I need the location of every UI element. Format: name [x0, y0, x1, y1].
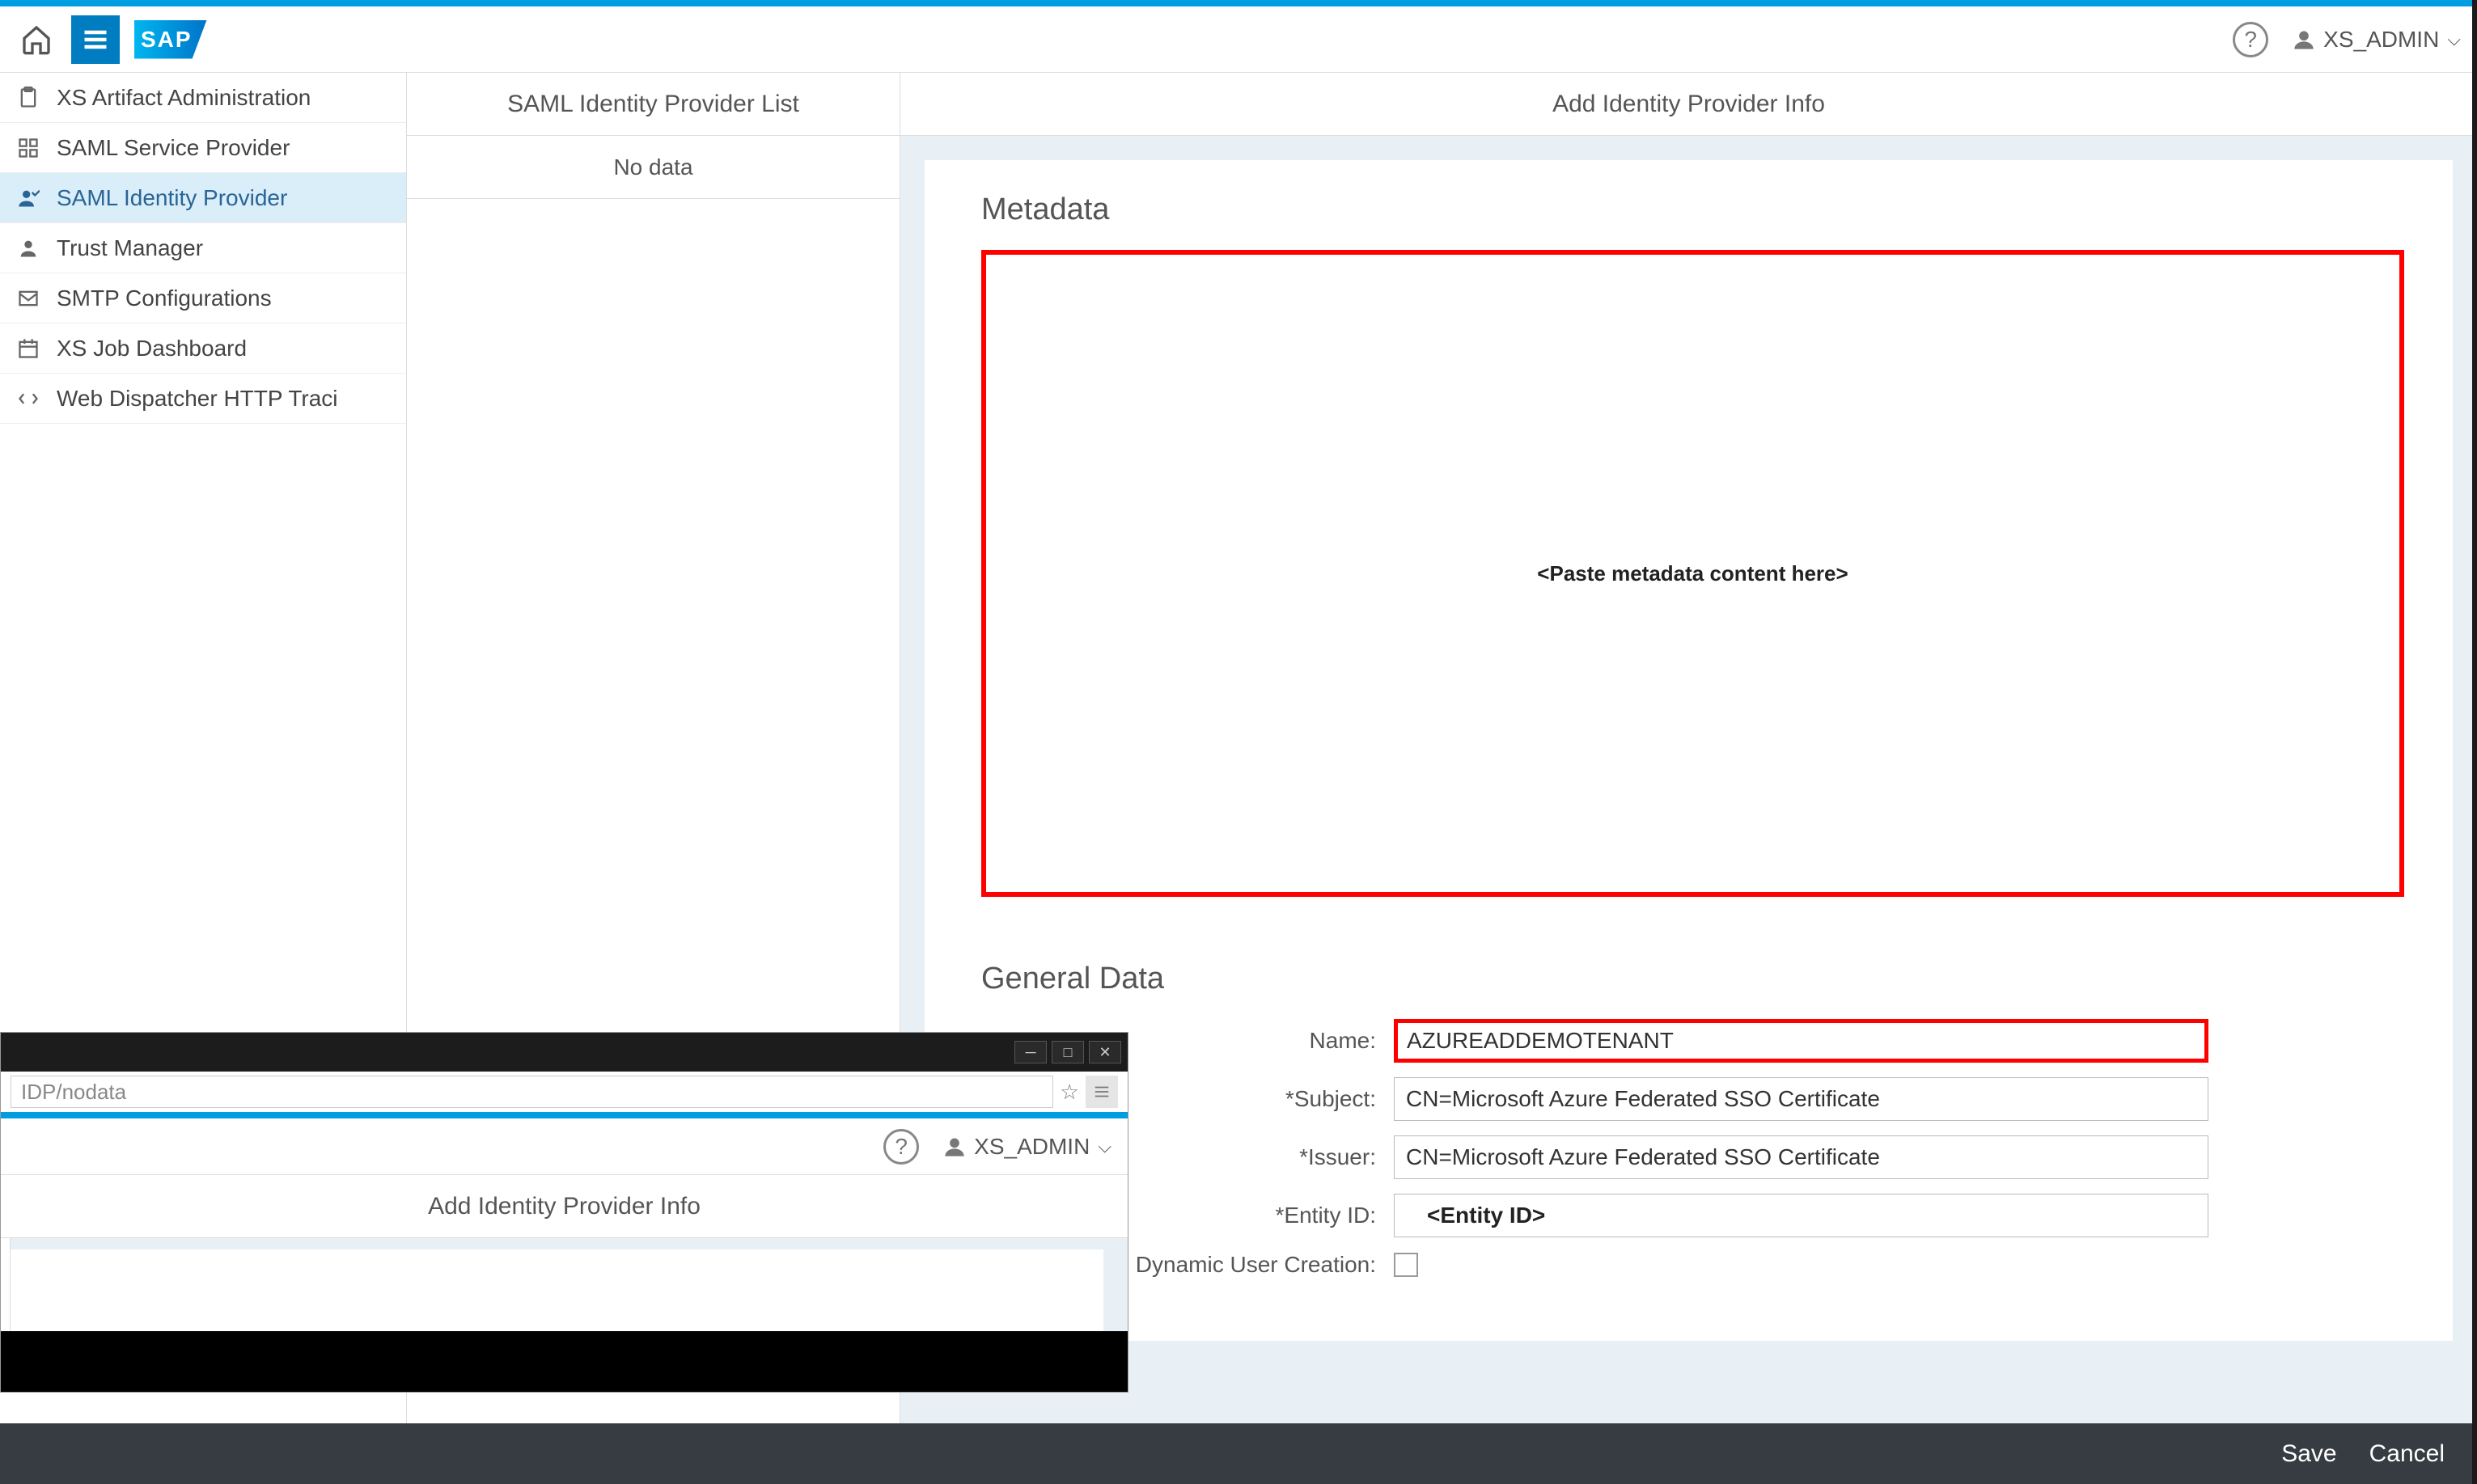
browser-url-bar: IDP/nodata ☆ — [1, 1072, 1128, 1118]
top-accent-bar — [0, 0, 2477, 6]
sidebar-item-xs-artifact[interactable]: XS Artifact Administration — [0, 73, 406, 123]
row-issuer: *Issuer: — [981, 1135, 2404, 1179]
metadata-placeholder: <Paste metadata content here> — [1537, 561, 1848, 586]
chevron-down-icon: ⌵ — [2447, 29, 2461, 50]
chevron-down-icon: ⌵ — [1098, 1136, 1111, 1157]
footer-bar: Save Cancel — [0, 1423, 2477, 1484]
overlay-footer — [1, 1331, 1128, 1392]
question-icon: ? — [2244, 27, 2257, 53]
user-check-icon — [15, 184, 42, 212]
clipboard-icon — [15, 84, 42, 112]
sap-logo: SAP — [134, 20, 207, 59]
sidebar-item-label: XS Job Dashboard — [57, 336, 247, 361]
question-icon: ? — [895, 1134, 908, 1160]
menu-button[interactable] — [71, 15, 120, 64]
sidebar-item-trust-manager[interactable]: Trust Manager — [0, 223, 406, 273]
sidebar-item-label: SAML Identity Provider — [57, 185, 287, 211]
row-name: Name: — [981, 1019, 2404, 1063]
row-subject: *Subject: — [981, 1077, 2404, 1121]
form-card: Metadata <Paste metadata content here> G… — [925, 160, 2453, 1341]
url-address-input[interactable]: IDP/nodata — [11, 1076, 1053, 1108]
main-panel-title: Add Identity Provider Info — [900, 73, 2477, 136]
header-right: ? XS_ADMIN ⌵ — [2233, 22, 2461, 57]
sidebar-item-label: XS Artifact Administration — [57, 85, 311, 111]
sidebar-item-label: SAML Service Provider — [57, 135, 290, 161]
header-left: SAP — [16, 15, 207, 64]
entity-input[interactable] — [1394, 1194, 2208, 1237]
sidebar-item-label: Trust Manager — [57, 235, 203, 261]
user-menu[interactable]: XS_ADMIN ⌵ — [2293, 27, 2461, 53]
user-name-label: XS_ADMIN — [2323, 27, 2439, 53]
sidebar-item-saml-idp[interactable]: SAML Identity Provider — [0, 173, 406, 223]
window-titlebar: ─ □ ✕ — [1, 1033, 1128, 1072]
hamburger-icon — [1093, 1083, 1111, 1101]
sidebar-item-smtp[interactable]: SMTP Configurations — [0, 273, 406, 323]
user-icon — [943, 1135, 966, 1158]
sidebar-item-xs-job[interactable]: XS Job Dashboard — [0, 323, 406, 374]
overlay-help-button[interactable]: ? — [883, 1129, 919, 1165]
calendar-icon — [15, 335, 42, 362]
main-panel: Add Identity Provider Info Metadata <Pas… — [900, 73, 2477, 1423]
metadata-section-title: Metadata — [981, 192, 2404, 227]
overlay-user-label: XS_ADMIN — [974, 1134, 1090, 1160]
user-icon — [2293, 28, 2315, 51]
arrows-icon — [15, 385, 42, 412]
overlay-panel-title: Add Identity Provider Info — [1, 1175, 1128, 1238]
home-icon — [20, 23, 53, 56]
save-button[interactable]: Save — [2281, 1440, 2336, 1468]
right-frame-border — [2472, 0, 2477, 1484]
overlay-app-header: ? XS_ADMIN ⌵ — [1, 1118, 1128, 1175]
help-button[interactable]: ? — [2233, 22, 2268, 57]
subject-input[interactable] — [1394, 1077, 2208, 1121]
mail-icon — [15, 285, 42, 312]
issuer-input[interactable] — [1394, 1135, 2208, 1179]
row-dynamic: Dynamic User Creation: — [981, 1252, 2404, 1278]
hamburger-icon — [81, 25, 110, 54]
general-section-title: General Data — [981, 962, 2404, 996]
home-button[interactable] — [16, 19, 57, 60]
provider-list-title: SAML Identity Provider List — [407, 73, 900, 136]
url-text: IDP/nodata — [21, 1080, 126, 1105]
metadata-textarea[interactable]: <Paste metadata content here> — [981, 250, 2404, 897]
app-header: SAP ? XS_ADMIN ⌵ — [0, 6, 2477, 73]
bookmark-button[interactable]: ☆ — [1053, 1080, 1086, 1105]
sidebar-item-label: SMTP Configurations — [57, 285, 272, 311]
name-input[interactable] — [1394, 1019, 2208, 1063]
window-maximize-button[interactable]: □ — [1052, 1041, 1084, 1063]
window-minimize-button[interactable]: ─ — [1014, 1041, 1047, 1063]
overlay-body — [1, 1238, 1128, 1331]
sidebar-item-web-dispatcher[interactable]: Web Dispatcher HTTP Traci — [0, 374, 406, 424]
browser-menu-button[interactable] — [1086, 1076, 1118, 1108]
main-body: Metadata <Paste metadata content here> G… — [900, 136, 2477, 1423]
secondary-window: ─ □ ✕ IDP/nodata ☆ ? XS_ADMIN ⌵ Add Iden… — [0, 1032, 1128, 1393]
overlay-side-slice — [1, 1238, 11, 1331]
window-close-button[interactable]: ✕ — [1089, 1041, 1121, 1063]
sidebar-item-label: Web Dispatcher HTTP Traci — [57, 386, 338, 412]
provider-list-empty: No data — [407, 136, 900, 199]
overlay-content — [11, 1249, 1128, 1331]
sidebar-item-saml-sp[interactable]: SAML Service Provider — [0, 123, 406, 173]
grid-icon — [15, 134, 42, 162]
general-data-section: General Data Name: *Subject: *Issuer: — [981, 962, 2404, 1278]
row-entity: *Entity ID: — [981, 1194, 2404, 1237]
user-icon — [15, 235, 42, 262]
cancel-button[interactable]: Cancel — [2369, 1440, 2445, 1468]
overlay-user-menu[interactable]: XS_ADMIN ⌵ — [943, 1134, 1111, 1160]
dynamic-checkbox[interactable] — [1394, 1253, 1418, 1277]
